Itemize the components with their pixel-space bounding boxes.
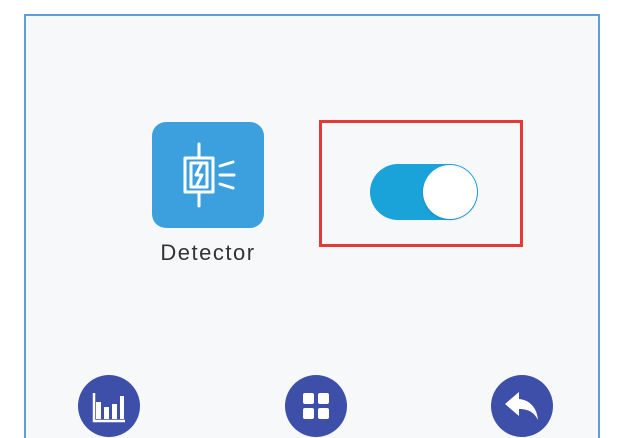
detector-sensor-icon: [183, 142, 236, 208]
stats-button[interactable]: [78, 375, 140, 437]
detector-toggle[interactable]: [370, 164, 478, 220]
menu-button[interactable]: [285, 375, 347, 437]
grid-menu-icon: [303, 393, 329, 419]
detector-tile[interactable]: [152, 122, 264, 228]
back-arrow-icon: [505, 392, 538, 420]
detector-label: Detector: [160, 240, 256, 265]
bar-chart-icon: [92, 393, 125, 423]
toggle-knob: [423, 165, 477, 219]
device-screen: Detector: [24, 14, 600, 438]
back-button[interactable]: [491, 375, 553, 437]
